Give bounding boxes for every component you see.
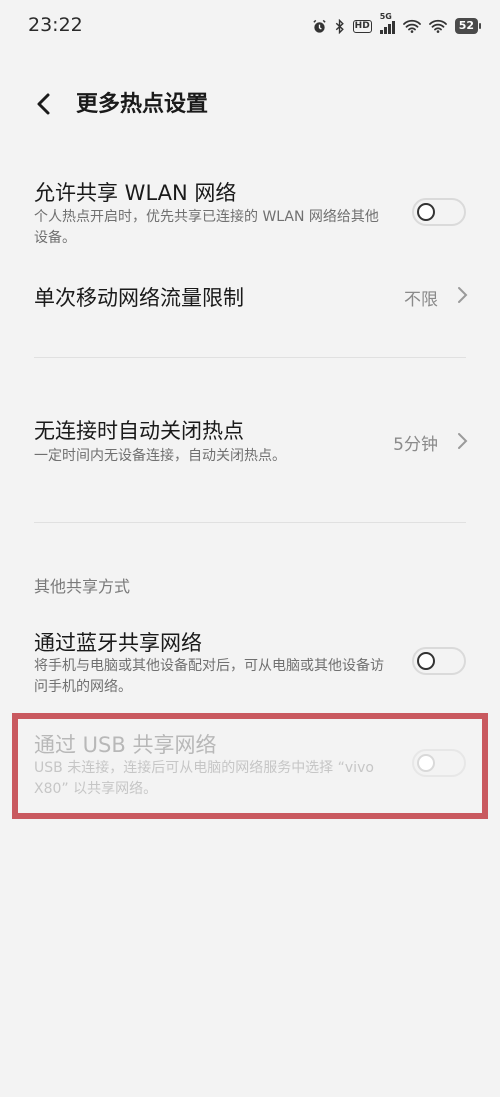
- highlight-box: [12, 713, 488, 819]
- chevron-right-icon: [456, 431, 470, 451]
- alarm-icon: [312, 19, 327, 34]
- data-limit-value: 不限: [404, 290, 438, 310]
- divider: [34, 522, 466, 523]
- chevron-right-icon: [456, 285, 470, 305]
- cellular-signal-icon: 5G: [379, 12, 395, 34]
- page-title: 更多热点设置: [76, 92, 209, 117]
- page-header: 更多热点设置: [0, 80, 500, 126]
- setting-description: 将手机与电脑或其他设备配对后，可从电脑或其他设备访问手机的网络。: [34, 658, 384, 695]
- wifi-icon: [402, 19, 421, 33]
- share-wlan-toggle[interactable]: [412, 198, 466, 226]
- hd-icon: HD: [352, 19, 372, 33]
- setting-description: 一定时间内无设备连接，自动关闭热点。: [34, 448, 286, 464]
- section-header: 其他共享方式: [34, 577, 131, 596]
- setting-description: 个人热点开启时，优先共享已连接的 WLAN 网络给其他设备。: [34, 209, 379, 246]
- battery-indicator: 52: [454, 18, 482, 34]
- wifi-hotspot-icon: [428, 19, 447, 33]
- bluetooth-icon: [335, 18, 345, 34]
- auto-close-value: 5分钟: [393, 435, 438, 455]
- divider: [34, 357, 466, 358]
- back-icon[interactable]: [30, 90, 58, 118]
- setting-title: 允许共享 WLAN 网络: [34, 181, 237, 205]
- status-icons: HD 5G 52: [312, 12, 482, 38]
- bluetooth-sharing-toggle[interactable]: [412, 647, 466, 675]
- setting-title: 通过蓝牙共享网络: [34, 631, 202, 655]
- status-bar: 23:22 HD 5G 52: [0, 0, 500, 52]
- setting-title: 单次移动网络流量限制: [34, 286, 244, 310]
- setting-title: 无连接时自动关闭热点: [34, 419, 244, 443]
- status-time: 23:22: [28, 14, 83, 36]
